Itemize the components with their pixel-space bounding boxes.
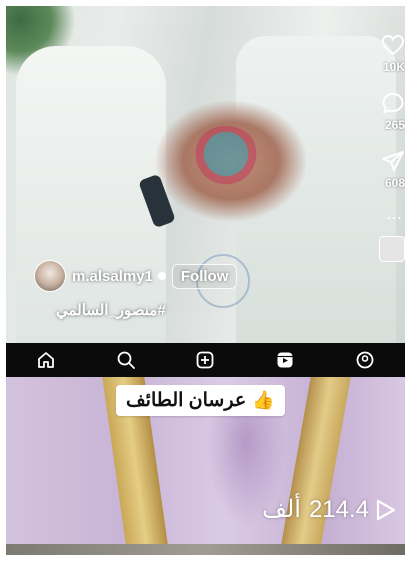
comment-icon[interactable] bbox=[381, 92, 405, 114]
views-unit: ألف bbox=[262, 496, 301, 523]
search-icon[interactable] bbox=[116, 350, 136, 370]
share-action[interactable]: 608 bbox=[381, 150, 405, 190]
thumbs-up-icon: 👍 bbox=[252, 390, 275, 410]
create-icon[interactable] bbox=[195, 350, 215, 370]
shares-count: 608 bbox=[384, 176, 405, 190]
reel-video-top[interactable]: 10K 265 608 ⋯ m.alsalmy1 Follow #منصور_ا… bbox=[6, 6, 405, 343]
bottom-nav-bar bbox=[6, 343, 405, 377]
avatar[interactable] bbox=[34, 260, 66, 292]
heart-icon[interactable] bbox=[381, 34, 405, 56]
like-action[interactable]: 10K bbox=[381, 34, 405, 74]
comments-count: 265 bbox=[384, 118, 405, 132]
views-number: 214.4 bbox=[308, 495, 369, 523]
play-icon bbox=[376, 499, 396, 520]
comment-action[interactable]: 265 bbox=[381, 92, 405, 132]
nav-home[interactable] bbox=[31, 345, 61, 375]
video-caption: عرسان الطائف 👍 bbox=[116, 385, 285, 416]
profile-icon[interactable] bbox=[355, 350, 375, 370]
nav-reels[interactable] bbox=[270, 345, 300, 375]
more-options-icon[interactable]: ⋯ bbox=[386, 208, 403, 228]
hashtag-caption[interactable]: #منصور_السالمي bbox=[56, 301, 166, 319]
next-item-preview bbox=[6, 544, 405, 555]
username[interactable]: m.alsalmy1 bbox=[72, 268, 153, 285]
nav-create[interactable] bbox=[190, 345, 220, 375]
separator-dot bbox=[157, 272, 166, 280]
reels-icon[interactable] bbox=[275, 350, 295, 370]
reel-author: m.alsalmy1 Follow bbox=[34, 260, 238, 292]
home-icon[interactable] bbox=[36, 350, 56, 370]
nav-profile[interactable] bbox=[350, 345, 380, 375]
watermark-logo bbox=[191, 126, 261, 196]
reel-actions: 10K 265 608 ⋯ bbox=[379, 34, 405, 262]
caption-text: عرسان الطائف bbox=[126, 390, 247, 411]
nav-search[interactable] bbox=[111, 345, 141, 375]
send-icon[interactable] bbox=[381, 150, 405, 172]
reel-video-bottom[interactable]: عرسان الطائف 👍 ألف 214.4 bbox=[6, 377, 405, 544]
audio-thumbnail[interactable] bbox=[379, 236, 405, 262]
likes-count: 10K bbox=[382, 60, 405, 74]
follow-button[interactable]: Follow bbox=[171, 263, 238, 289]
screenshot-frame: 10K 265 608 ⋯ m.alsalmy1 Follow #منصور_ا… bbox=[6, 6, 405, 555]
view-count: ألف 214.4 bbox=[262, 495, 397, 524]
